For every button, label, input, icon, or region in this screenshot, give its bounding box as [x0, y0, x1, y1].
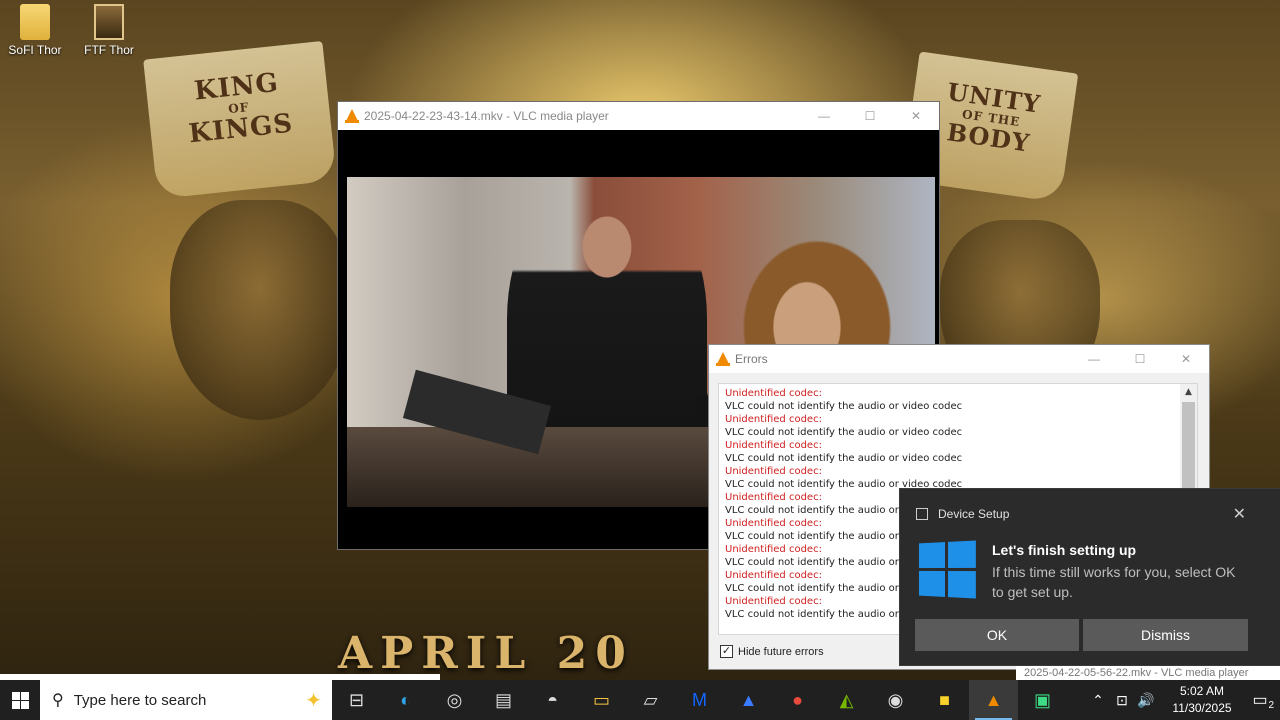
- network-icon[interactable]: ⊡: [1110, 692, 1134, 709]
- background-vlc-window[interactable]: 2025-04-22-05-56-22.mkv - VLC media play…: [1016, 666, 1280, 680]
- app-cards-icon: ▤: [494, 689, 512, 710]
- hide-future-errors-row[interactable]: ✓ Hide future errors: [720, 645, 824, 658]
- search-placeholder: Type here to search: [73, 691, 207, 709]
- notification-center-button[interactable]: ▭ 2: [1240, 690, 1280, 711]
- app-arrow-icon: ▲: [739, 689, 758, 710]
- taskbar-app-app-green[interactable]: ▣: [1018, 680, 1067, 720]
- maximize-button[interactable]: ☐: [1117, 352, 1163, 366]
- device-setup-icon: [916, 508, 928, 520]
- minimize-button[interactable]: —: [1071, 352, 1117, 366]
- notification-icon: ▭: [1252, 692, 1268, 709]
- task-view-icon: ⊟: [348, 689, 365, 710]
- clock-date: 11/30/2025: [1172, 701, 1232, 715]
- clock[interactable]: 5:02 AM 11/30/2025: [1164, 683, 1240, 717]
- taskbar-app-nvidia[interactable]: ◭: [822, 680, 871, 720]
- taskbar-app-app-arrow[interactable]: ▲: [724, 680, 773, 720]
- error-entry-message: VLC could not identify the audio or vide…: [725, 453, 963, 464]
- app-circle-icon: ◎: [446, 689, 463, 710]
- file-explorer-icon: ▭: [592, 689, 610, 710]
- chrome-icon: ●: [792, 689, 803, 710]
- search-box[interactable]: ⚲ Type here to search ✦: [40, 680, 332, 720]
- device-setup-notification[interactable]: Device Setup ✕ Let's finish setting up I…: [899, 488, 1280, 666]
- notification-count-badge: 2: [1268, 700, 1274, 711]
- vlc-titlebar[interactable]: 2025-04-22-23-43-14.mkv - VLC media play…: [338, 102, 939, 130]
- error-entry-message: VLC could not identify the audio or vide…: [725, 427, 963, 438]
- close-button[interactable]: ✕: [1163, 352, 1209, 366]
- vlc-cone-icon: [716, 352, 730, 366]
- taskbar-app-app-circle[interactable]: ◎: [430, 680, 479, 720]
- notification-body: If this time still works for you, select…: [992, 564, 1236, 600]
- error-entry-message: VLC could not identify the audio or vide…: [725, 401, 963, 412]
- desktop-icon-ftf-thor[interactable]: FTF Thor: [74, 4, 144, 57]
- notification-title: Let's finish setting up: [992, 542, 1137, 558]
- obs-icon: ◉: [887, 689, 904, 710]
- malwarebytes-icon: M: [692, 689, 707, 710]
- taskbar-app-edge[interactable]: ◐: [381, 680, 430, 720]
- error-entry-heading: Unidentified codec:: [725, 414, 822, 425]
- search-icon: ⚲: [52, 692, 64, 709]
- taskbar-app-app-cards[interactable]: ▤: [479, 680, 528, 720]
- video-file-icon: [94, 4, 124, 40]
- window-title: 2025-04-22-23-43-14.mkv - VLC media play…: [364, 109, 609, 123]
- volume-icon[interactable]: 🔊: [1134, 692, 1158, 709]
- edge-icon: ◐: [400, 689, 411, 710]
- nvidia-icon: ◭: [839, 689, 854, 710]
- wallpaper-date-text: APRIL 20: [338, 628, 634, 679]
- app-green-icon: ▣: [1033, 689, 1051, 710]
- errors-titlebar[interactable]: Errors — ☐ ✕: [709, 345, 1209, 373]
- taskbar-app-chrome[interactable]: ●: [773, 680, 822, 720]
- hide-future-errors-checkbox[interactable]: ✓: [720, 645, 733, 658]
- wallpaper-ship-left: [170, 200, 350, 420]
- taskbar-app-app-note[interactable]: ▱: [626, 680, 675, 720]
- notification-app-name: Device Setup: [938, 507, 1010, 521]
- desktop-icon-label: SoFI Thor: [8, 43, 62, 57]
- maximize-button[interactable]: ☐: [847, 109, 893, 123]
- vlc-icon: ▲: [984, 689, 1003, 710]
- minimize-button[interactable]: —: [801, 109, 847, 123]
- error-entry-heading: Unidentified codec:: [725, 388, 822, 399]
- wallpaper-banner-left: KING OF KINGS: [143, 40, 337, 200]
- error-entry-heading: Unidentified codec:: [725, 466, 822, 477]
- taskbar-app-task-view[interactable]: ⊟: [332, 680, 381, 720]
- ok-button[interactable]: OK: [915, 619, 1079, 651]
- taskbar-app-app-paint[interactable]: ◓: [528, 680, 577, 720]
- clock-time: 5:02 AM: [1179, 684, 1225, 698]
- show-hidden-icons-icon[interactable]: ⌃: [1086, 692, 1110, 709]
- window-title: Errors: [735, 352, 768, 366]
- taskbar-app-malwarebytes[interactable]: M: [675, 680, 724, 720]
- sparkle-icon[interactable]: ✦: [305, 688, 322, 713]
- error-entry-heading: Unidentified codec:: [725, 440, 822, 451]
- taskbar-app-obs[interactable]: ◉: [871, 680, 920, 720]
- start-button[interactable]: [0, 680, 40, 720]
- folder-icon: [20, 4, 50, 40]
- taskbar-app-sticky-notes[interactable]: ■: [920, 680, 969, 720]
- close-icon[interactable]: ✕: [1233, 504, 1246, 524]
- notification-header: Device Setup: [916, 507, 1009, 521]
- desktop-icon-label: FTF Thor: [84, 43, 134, 57]
- hide-future-errors-label[interactable]: Hide future errors: [738, 646, 824, 658]
- system-tray: ⌃ ⊡ 🔊 5:02 AM 11/30/2025 ▭ 2: [1086, 683, 1280, 717]
- scroll-up-arrow-icon[interactable]: ▲: [1180, 384, 1197, 400]
- taskbar-app-vlc[interactable]: ▲: [969, 680, 1018, 720]
- close-button[interactable]: ✕: [893, 109, 939, 123]
- desktop-icon-sofi-thor[interactable]: SoFI Thor: [0, 4, 70, 57]
- sticky-notes-icon: ■: [939, 689, 950, 710]
- app-paint-icon: ◓: [547, 689, 558, 710]
- taskbar-app-file-explorer[interactable]: ▭: [577, 680, 626, 720]
- dismiss-button[interactable]: Dismiss: [1083, 619, 1248, 651]
- app-note-icon: ▱: [643, 689, 658, 710]
- taskbar: ⚲ Type here to search ✦ ⊟ ◐ ◎ ▤ ◓ ▭ ▱ M ▲ ● ◭ ◉ ■ ▲ ▣ …: [0, 680, 1280, 720]
- vlc-cone-icon: [345, 109, 359, 123]
- windows-logo-icon: [918, 540, 976, 599]
- scrollbar-thumb[interactable]: [1182, 402, 1195, 492]
